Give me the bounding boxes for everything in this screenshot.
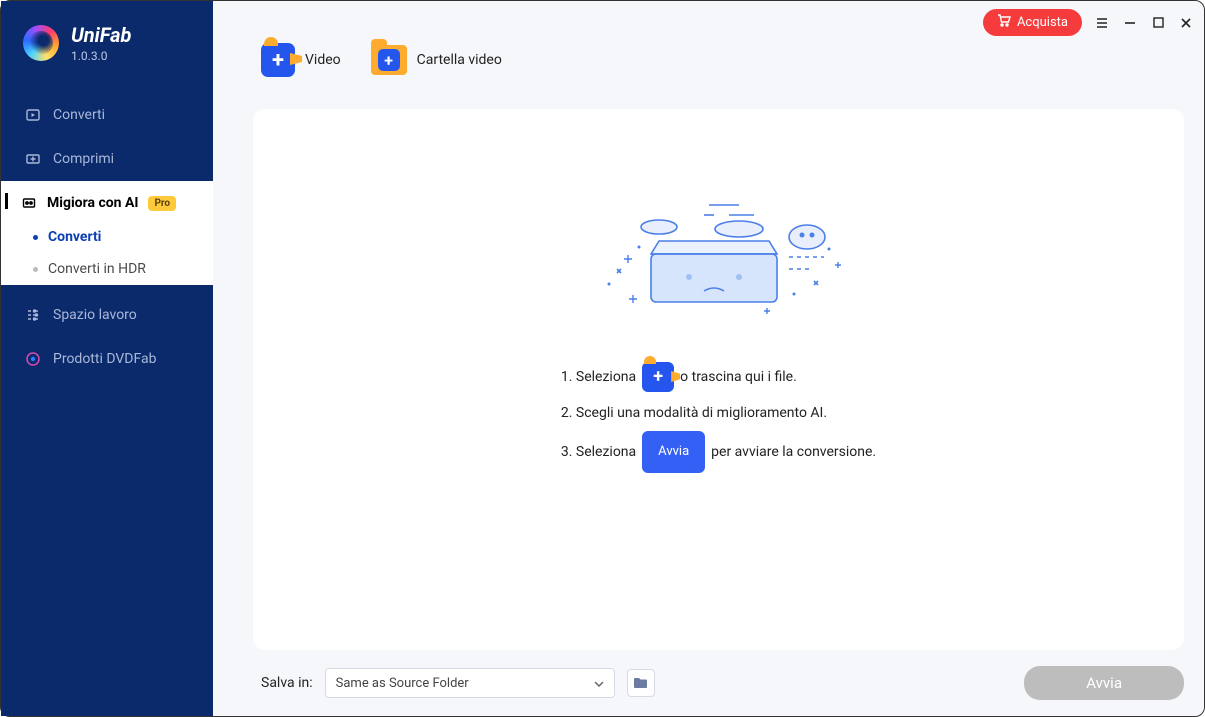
menu-icon[interactable]	[1094, 15, 1110, 31]
chevron-down-icon	[594, 676, 604, 691]
dot-icon	[33, 267, 38, 272]
play-icon	[25, 107, 41, 123]
sidebar-item-dvdfab-products[interactable]: Prodotti DVDFab	[1, 337, 213, 381]
instr-3a: 3. Seleziona	[561, 434, 636, 470]
sidebar-subitem-convert[interactable]: Converti	[1, 221, 213, 253]
minimize-icon[interactable]	[1122, 15, 1138, 31]
instr-start-pill: Avvia	[642, 431, 705, 473]
ai-icon	[21, 195, 37, 211]
footer: Salva in: Same as Source Folder Avvia	[213, 650, 1204, 716]
logo-block: UniFab 1.0.3.0	[1, 1, 213, 93]
add-folder-icon: +	[371, 45, 407, 75]
instr-2: 2. Scegli una modalità di miglioramento …	[561, 395, 827, 431]
pro-badge: Pro	[148, 196, 176, 211]
sidebar-group-enhance: Migiora con AI Pro Converti Converti in …	[1, 181, 213, 285]
instr-3b: per avviare la conversione.	[711, 434, 876, 470]
start-button[interactable]: Avvia	[1024, 666, 1184, 700]
dot-icon	[33, 235, 38, 240]
empty-illustration	[589, 199, 849, 319]
sidebar-item-label: Prodotti DVDFab	[53, 351, 156, 367]
close-icon[interactable]	[1178, 15, 1194, 31]
sidebar-subitem-hdr[interactable]: Converti in HDR	[1, 253, 213, 285]
logo-icon	[23, 25, 59, 61]
save-location-select[interactable]: Same as Source Folder	[325, 668, 615, 698]
sidebar-item-compress[interactable]: Comprimi	[1, 137, 213, 181]
add-folder-label: Cartella video	[417, 52, 502, 68]
sidebar-item-workspace[interactable]: Spazio lavoro	[1, 293, 213, 337]
add-video-icon: +	[261, 43, 295, 77]
titlebar: Acquista	[983, 9, 1194, 36]
drop-zone[interactable]: 1. Seleziona + o trascina qui i file. 2.…	[253, 109, 1184, 650]
save-location-value: Same as Source Folder	[336, 676, 469, 691]
sidebar-item-convert[interactable]: Converti	[1, 93, 213, 137]
add-video-label: Video	[305, 52, 341, 68]
instructions: 1. Seleziona + o trascina qui i file. 2.…	[561, 359, 876, 473]
instr-1b: o trascina qui i file.	[680, 359, 797, 395]
instr-1a: 1. Seleziona	[561, 359, 636, 395]
save-in-label: Salva in:	[261, 675, 313, 691]
folder-icon	[633, 674, 648, 693]
dvdfab-icon	[25, 351, 41, 367]
sidebar-item-enhance-ai[interactable]: Migiora con AI Pro	[1, 181, 213, 221]
buy-label: Acquista	[1017, 15, 1068, 30]
main-panel: Acquista + Video	[213, 1, 1204, 716]
add-folder-button[interactable]: + Cartella video	[371, 45, 502, 75]
buy-button[interactable]: Acquista	[983, 9, 1082, 36]
sidebar: UniFab 1.0.3.0 Converti Comprimi	[1, 1, 213, 716]
add-video-button[interactable]: + Video	[261, 43, 341, 77]
brand-version: 1.0.3.0	[71, 49, 131, 63]
instr-add-button[interactable]: +	[642, 362, 674, 392]
compress-icon	[25, 151, 41, 167]
cart-icon	[997, 14, 1011, 31]
maximize-icon[interactable]	[1150, 15, 1166, 31]
sidebar-item-label: Spazio lavoro	[53, 307, 137, 323]
sidebar-item-label: Converti	[53, 107, 105, 123]
sidebar-item-label: Converti in HDR	[48, 261, 146, 277]
sidebar-item-label: Migiora con AI	[47, 195, 138, 211]
brand-name: UniFab	[71, 23, 131, 47]
browse-folder-button[interactable]	[627, 669, 655, 697]
sidebar-item-label: Converti	[48, 229, 101, 245]
sidebar-item-label: Comprimi	[53, 151, 114, 167]
workspace-icon	[25, 307, 41, 323]
